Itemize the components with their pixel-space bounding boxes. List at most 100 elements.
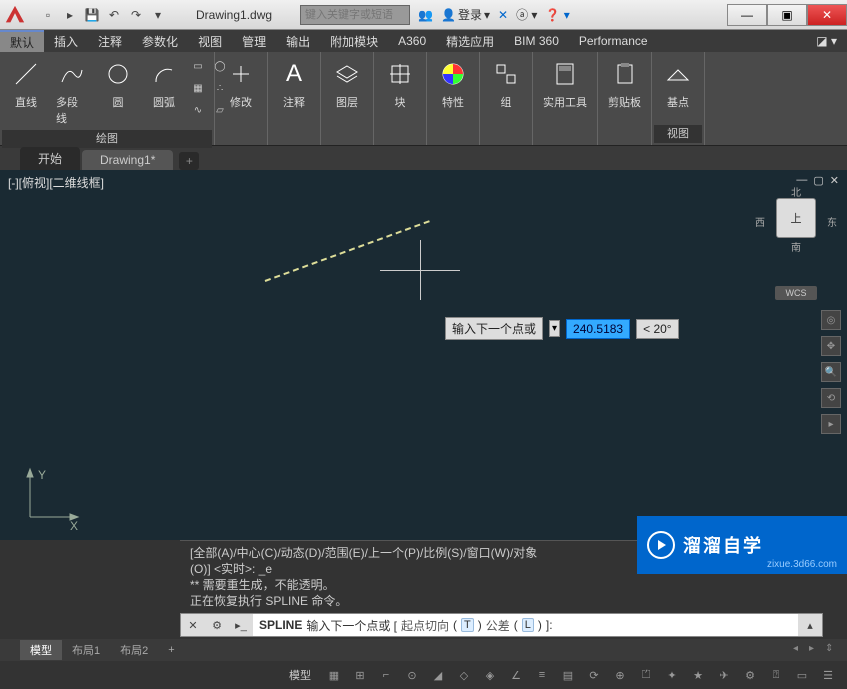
layout-2[interactable]: 布局2 bbox=[110, 640, 158, 660]
qat-more-icon[interactable]: ▾ bbox=[148, 5, 168, 25]
orbit-icon[interactable]: ⟲ bbox=[821, 388, 841, 408]
navcube-n[interactable]: 北 bbox=[791, 184, 801, 199]
navcube-e[interactable]: 东 bbox=[827, 214, 837, 229]
snap-icon[interactable]: ⊞ bbox=[349, 665, 371, 685]
cmd-options-icon[interactable]: ⚙ bbox=[205, 614, 229, 636]
layer-button[interactable]: 图层 bbox=[325, 56, 369, 141]
properties-button[interactable]: 特性 bbox=[431, 56, 475, 141]
exchange-icon[interactable]: ✕ bbox=[498, 8, 508, 22]
cmd-recent-icon[interactable]: ▴ bbox=[798, 614, 822, 636]
vp-restore-icon[interactable]: ▢ bbox=[813, 174, 823, 187]
dyn-distance[interactable]: 240.5183 bbox=[566, 319, 630, 339]
ribbon-expand-icon[interactable]: ◪ ▾ bbox=[806, 30, 847, 52]
cmd-close-icon[interactable]: ✕ bbox=[181, 614, 205, 636]
tab-default[interactable]: 默认 bbox=[0, 30, 44, 52]
group-button[interactable]: 组 bbox=[484, 56, 528, 141]
arc-button[interactable]: 圆弧 bbox=[142, 56, 186, 128]
units-icon[interactable]: ⏍ bbox=[635, 665, 657, 685]
file-tab-drawing[interactable]: Drawing1* bbox=[82, 150, 173, 170]
tab-performance[interactable]: Performance bbox=[569, 30, 658, 52]
open-icon[interactable]: ▸ bbox=[60, 5, 80, 25]
view-cube[interactable]: 北 西 东 南 上 WCS bbox=[765, 188, 827, 268]
polar-icon[interactable]: ⊙ bbox=[401, 665, 423, 685]
quickprops-icon[interactable]: ✦ bbox=[661, 665, 683, 685]
app-x-icon[interactable]: ⓐ ▾ bbox=[516, 6, 537, 23]
block-button[interactable]: 块 bbox=[378, 56, 422, 141]
circle-button[interactable]: 圆 bbox=[96, 56, 140, 128]
save-icon[interactable]: 💾 bbox=[82, 5, 102, 25]
walk-icon[interactable]: ★ bbox=[687, 665, 709, 685]
tab-a360[interactable]: A360 bbox=[388, 30, 436, 52]
command-line[interactable]: ✕ ⚙ ▸_ SPLINE 输入下一个点或 [ 起点切向(T) 公差(L) ]:… bbox=[180, 613, 823, 637]
navcube-s[interactable]: 南 bbox=[791, 239, 801, 254]
scroll-vert-icon[interactable]: ⇕ bbox=[825, 643, 839, 657]
tab-annotate[interactable]: 注释 bbox=[88, 30, 132, 52]
viewport-label[interactable]: [-][俯视][二维线框] bbox=[8, 174, 104, 191]
fly-icon[interactable]: ✈ bbox=[713, 665, 735, 685]
navcube-wcs[interactable]: WCS bbox=[775, 286, 817, 300]
close-button[interactable]: ✕ bbox=[807, 4, 847, 26]
osnap-icon[interactable]: ◇ bbox=[453, 665, 475, 685]
scroll-left-icon[interactable]: ◂ bbox=[793, 643, 807, 657]
tab-insert[interactable]: 插入 bbox=[44, 30, 88, 52]
search-input[interactable] bbox=[300, 5, 410, 25]
cleanscreen-icon[interactable]: ▭ bbox=[791, 665, 813, 685]
nav-wheel-icon[interactable]: ◎ bbox=[821, 310, 841, 330]
panel-draw[interactable]: 绘图 bbox=[2, 130, 212, 148]
clipboard-button[interactable]: 剪贴板 bbox=[602, 56, 647, 141]
ortho-icon[interactable]: ⌐ bbox=[375, 665, 397, 685]
transparency-icon[interactable]: ▤ bbox=[557, 665, 579, 685]
file-tab-start[interactable]: 开始 bbox=[20, 147, 80, 170]
showmotion-icon[interactable]: ▸ bbox=[821, 414, 841, 434]
help-icon[interactable]: ❓ ▾ bbox=[545, 8, 569, 22]
tab-view[interactable]: 视图 bbox=[188, 30, 232, 52]
vp-close-icon[interactable]: ✕ bbox=[830, 174, 839, 187]
cycling-icon[interactable]: ⟳ bbox=[583, 665, 605, 685]
utilities-button[interactable]: 实用工具 bbox=[537, 56, 593, 141]
annotate-button[interactable]: A注释 bbox=[272, 56, 316, 141]
redo-icon[interactable]: ↷ bbox=[126, 5, 146, 25]
panel-view[interactable]: 视图 bbox=[654, 125, 702, 143]
isodraft-icon[interactable]: ◢ bbox=[427, 665, 449, 685]
annoscale-icon[interactable]: ⍰ bbox=[765, 665, 787, 685]
tab-addins[interactable]: 附加模块 bbox=[320, 30, 388, 52]
rect-icon[interactable]: ▭ bbox=[188, 56, 208, 76]
dyn-menu-icon[interactable]: ▾ bbox=[549, 320, 560, 337]
layout-add[interactable]: + bbox=[158, 642, 184, 658]
maximize-button[interactable]: ▣ bbox=[767, 4, 807, 26]
minimize-button[interactable]: — bbox=[727, 4, 767, 26]
grid-icon[interactable]: ▦ bbox=[323, 665, 345, 685]
new-tab-button[interactable]: + bbox=[179, 152, 199, 170]
modify-button[interactable]: 修改 bbox=[219, 56, 263, 141]
workspace-icon[interactable]: ⚙ bbox=[739, 665, 761, 685]
app-logo[interactable] bbox=[0, 0, 30, 30]
line-button[interactable]: 直线 bbox=[4, 56, 48, 128]
login-button[interactable]: 👤 登录 ▾ bbox=[441, 6, 490, 23]
hatch-icon[interactable]: ▦ bbox=[188, 78, 208, 98]
new-icon[interactable]: ▫ bbox=[38, 5, 58, 25]
tab-bim360[interactable]: BIM 360 bbox=[504, 30, 569, 52]
scroll-right-icon[interactable]: ▸ bbox=[809, 643, 823, 657]
drawing-viewport[interactable]: [-][俯视][二维线框] — ▢ ✕ 输入下一个点或 ▾ 240.5183 <… bbox=[0, 170, 847, 540]
navcube-w[interactable]: 西 bbox=[755, 214, 765, 229]
custom-icon[interactable]: ☰ bbox=[817, 665, 839, 685]
tab-parametric[interactable]: 参数化 bbox=[132, 30, 188, 52]
tab-featured[interactable]: 精选应用 bbox=[436, 30, 504, 52]
base-button[interactable]: 基点 bbox=[656, 56, 700, 123]
tab-output[interactable]: 输出 bbox=[276, 30, 320, 52]
layout-1[interactable]: 布局1 bbox=[62, 640, 110, 660]
annomonitor-icon[interactable]: ⊕ bbox=[609, 665, 631, 685]
otrack-icon[interactable]: ∠ bbox=[505, 665, 527, 685]
undo-icon[interactable]: ↶ bbox=[104, 5, 124, 25]
search-user-icon[interactable]: 👥 bbox=[418, 8, 433, 22]
tab-manage[interactable]: 管理 bbox=[232, 30, 276, 52]
status-model[interactable]: 模型 bbox=[281, 667, 319, 683]
lineweight-icon[interactable]: ≡ bbox=[531, 665, 553, 685]
cmd-prompt-icon: ▸_ bbox=[229, 614, 253, 636]
pan-icon[interactable]: ✥ bbox=[821, 336, 841, 356]
layout-model[interactable]: 模型 bbox=[20, 640, 62, 660]
zoom-icon[interactable]: 🔍 bbox=[821, 362, 841, 382]
3dosnap-icon[interactable]: ◈ bbox=[479, 665, 501, 685]
polyline-button[interactable]: 多段线 bbox=[50, 56, 94, 128]
spline-icon[interactable]: ∿ bbox=[188, 100, 208, 120]
